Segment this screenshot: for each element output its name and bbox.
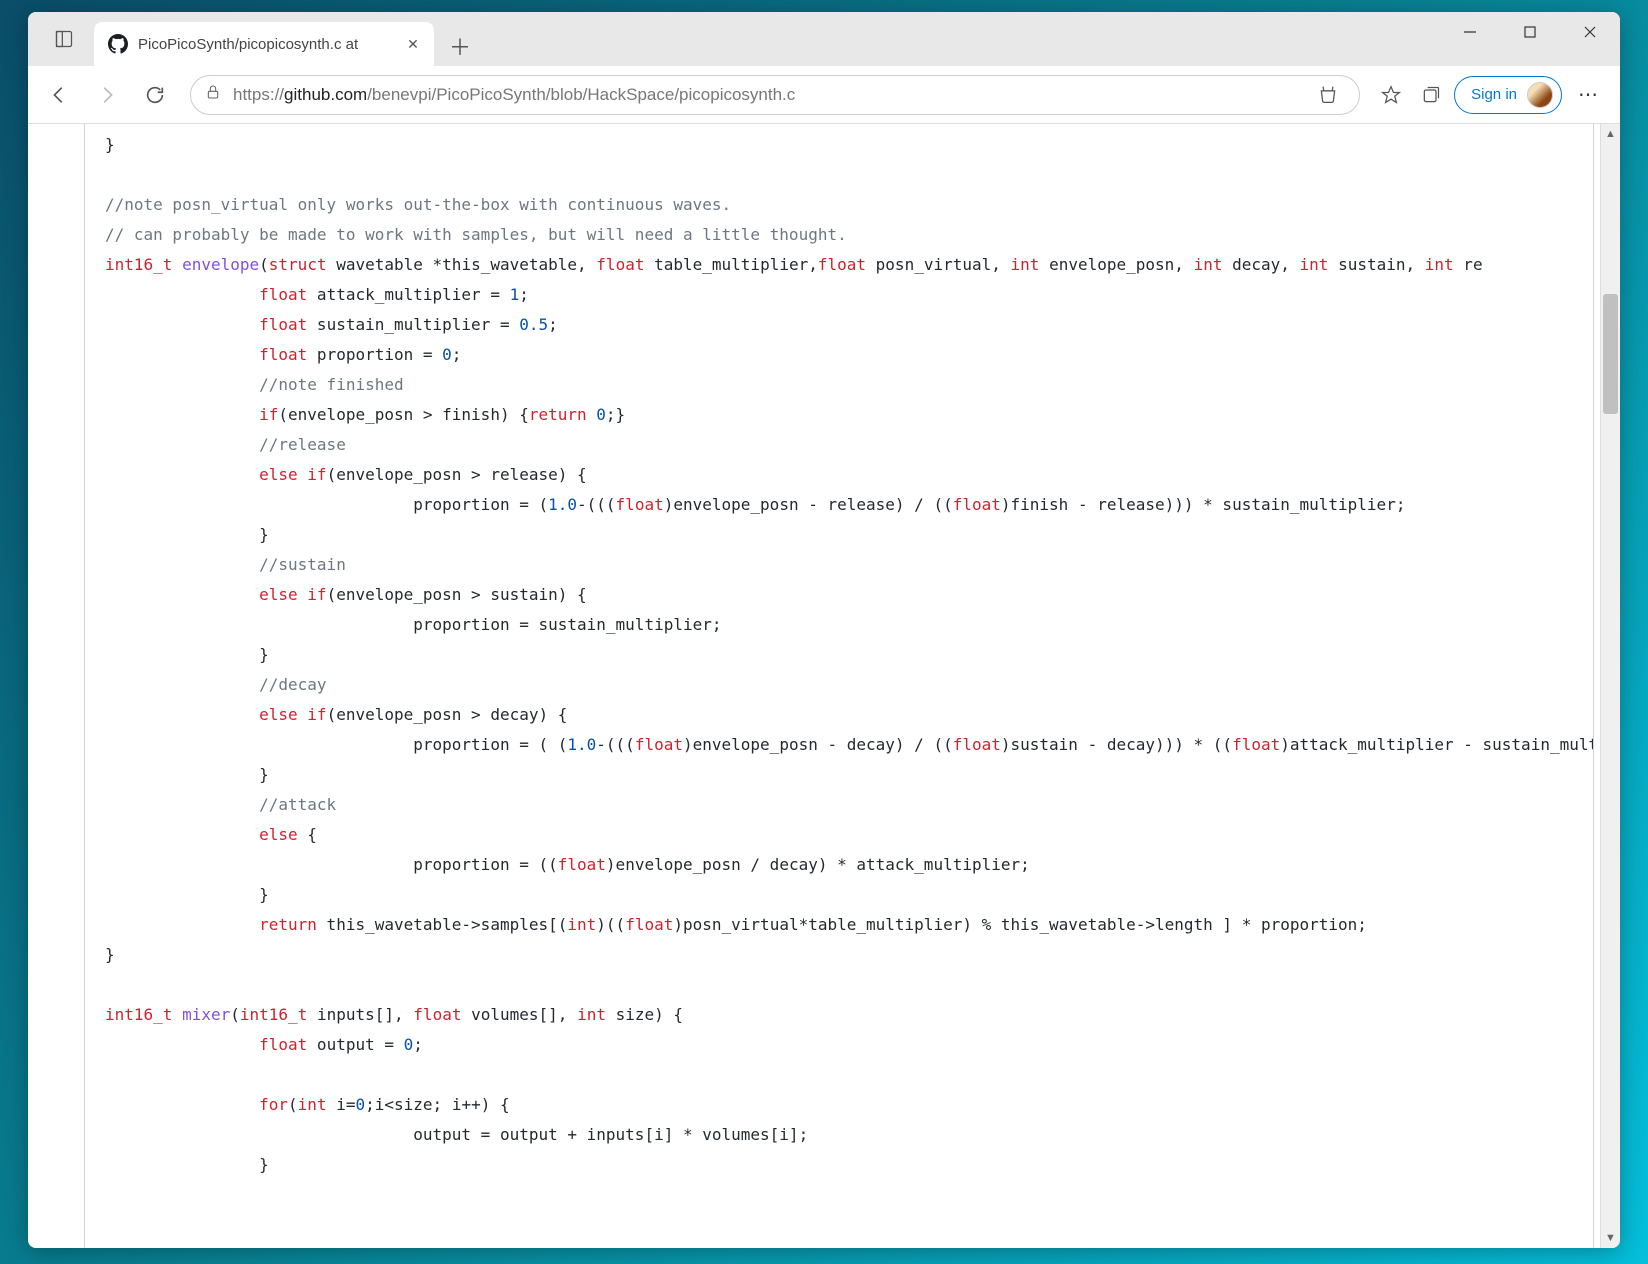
- collections-icon[interactable]: [1414, 78, 1448, 112]
- github-icon: [108, 34, 128, 54]
- lock-icon: [205, 84, 221, 105]
- close-window-button[interactable]: [1560, 12, 1620, 52]
- tab-actions-icon[interactable]: [42, 17, 86, 61]
- scroll-down-arrow[interactable]: ▼: [1601, 1228, 1620, 1248]
- signin-label: Sign in: [1471, 86, 1517, 103]
- browser-window: PicoPicoSynth/picopicosynth.c at ✕ ＋ htt…: [28, 12, 1620, 1248]
- avatar: [1527, 82, 1553, 108]
- titlebar: PicoPicoSynth/picopicosynth.c at ✕ ＋: [28, 12, 1620, 66]
- tab-close-icon[interactable]: ✕: [402, 33, 424, 55]
- source-code[interactable]: } //note posn_virtual only works out-the…: [85, 124, 1593, 1200]
- vertical-scrollbar[interactable]: ▲ ▼: [1600, 124, 1620, 1248]
- back-button[interactable]: [38, 74, 80, 116]
- page-content: } //note posn_virtual only works out-the…: [28, 124, 1620, 1248]
- reload-button[interactable]: [134, 74, 176, 116]
- address-bar[interactable]: https://github.com/benevpi/PicoPicoSynth…: [190, 75, 1360, 115]
- new-tab-button[interactable]: ＋: [440, 26, 480, 66]
- browser-tab[interactable]: PicoPicoSynth/picopicosynth.c at ✕: [94, 22, 434, 66]
- toolbar: https://github.com/benevpi/PicoPicoSynth…: [28, 66, 1620, 124]
- tab-title: PicoPicoSynth/picopicosynth.c at: [138, 36, 392, 53]
- window-controls: [1440, 12, 1620, 52]
- forward-button[interactable]: [86, 74, 128, 116]
- code-panel: } //note posn_virtual only works out-the…: [84, 124, 1594, 1248]
- signin-button[interactable]: Sign in: [1454, 76, 1562, 114]
- favorites-icon[interactable]: [1374, 78, 1408, 112]
- url-text: https://github.com/benevpi/PicoPicoSynth…: [233, 85, 1299, 105]
- minimize-button[interactable]: [1440, 12, 1500, 52]
- maximize-button[interactable]: [1500, 12, 1560, 52]
- shopping-icon[interactable]: [1311, 78, 1345, 112]
- menu-icon[interactable]: ⋯: [1568, 74, 1610, 116]
- scroll-up-arrow[interactable]: ▲: [1601, 124, 1620, 144]
- scrollbar-thumb[interactable]: [1603, 294, 1618, 414]
